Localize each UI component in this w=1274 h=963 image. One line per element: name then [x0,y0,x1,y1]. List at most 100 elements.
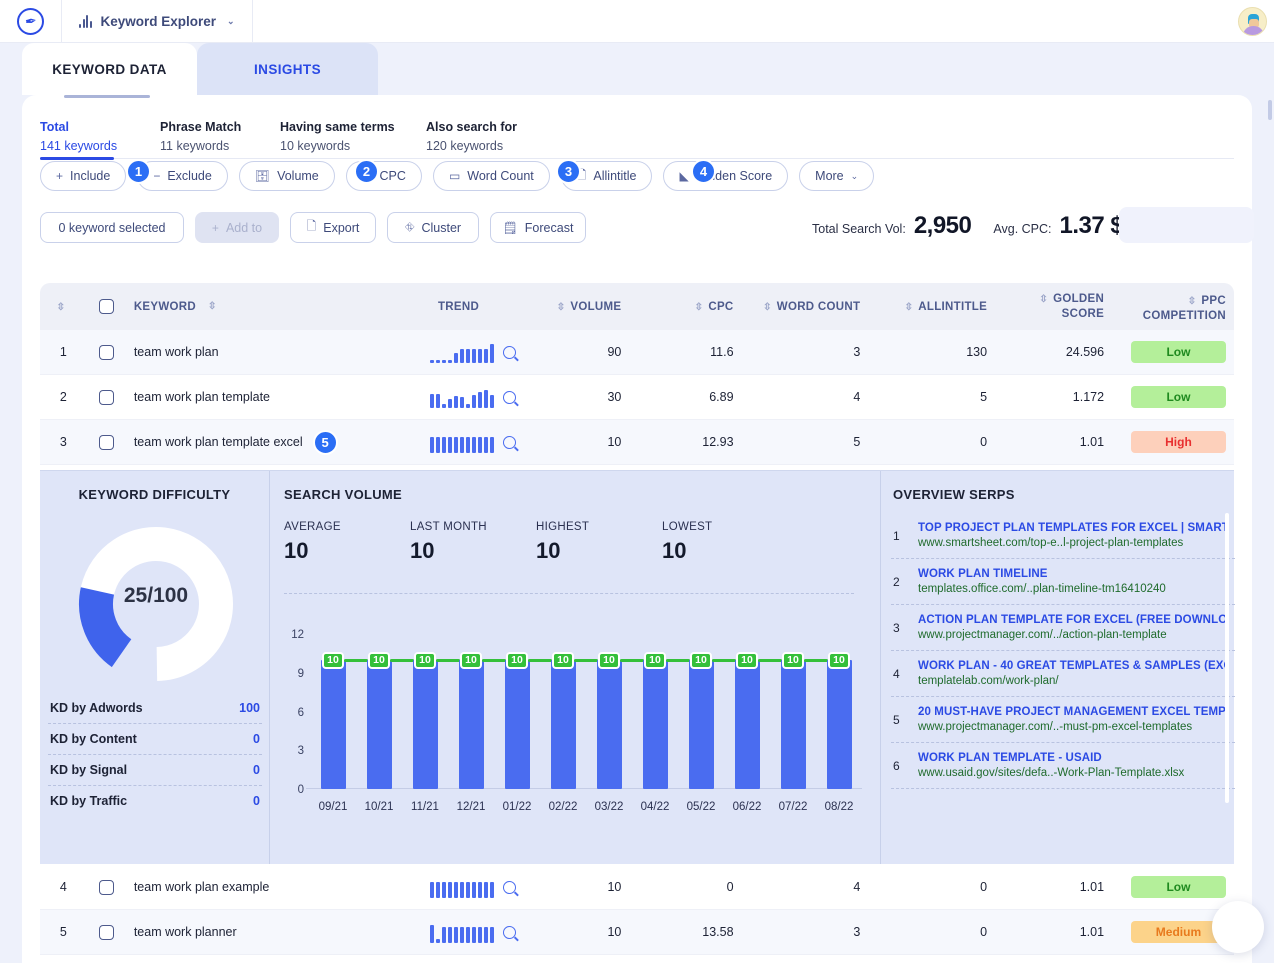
tab-insights[interactable]: INSIGHTS [197,43,378,95]
serp-url: www.smartsheet.com/top-e..l-project-plan… [918,537,1184,549]
serp-url: www.projectmanager.com/..-must-pm-excel-… [918,721,1193,733]
trend-line-segment [758,658,782,662]
export-button[interactable]: 🗋 Export [290,212,376,243]
row-keyword[interactable]: team work plan template [126,390,401,404]
header-ppc-competition[interactable]: ⇳ PPC COMPETITION [1104,291,1234,323]
row-keyword[interactable]: team work planner [126,925,401,939]
trend-line-segment [666,658,690,662]
search-icon[interactable] [503,345,517,359]
trend-sparkline [430,341,495,363]
scope-having-same-terms[interactable]: Having same terms 10 keywords [280,120,426,153]
table-row[interactable]: 5 team work planner 10 13.58 3 0 1.01 Medium [40,910,1234,955]
table-row[interactable]: 2 team work plan template 30 6.89 4 5 1.172 Low [40,375,1234,420]
serp-title-link[interactable]: ACTION PLAN TEMPLATE FOR EXCEL (FREE DOW… [918,614,1227,626]
row-trend [401,386,517,408]
scope-also-search-for[interactable]: Also search for 120 keywords [426,120,572,153]
header-allintitle[interactable]: ⇳ ALLINTITLE [860,301,987,313]
chart-bar [412,659,438,789]
serp-item[interactable]: 6 WORK PLAN TEMPLATE - USAID www.usaid.gov… [891,743,1235,789]
row-checkbox[interactable] [87,344,126,360]
scope-sub: 11 keywords [160,139,230,153]
bar-data-label: 10 [322,651,344,669]
header-index-sort[interactable]: ⇳ [40,301,87,313]
header-keyword[interactable]: KEYWORD ⇳ [126,301,401,313]
filter-exclude-button[interactable]: − Exclude [137,161,228,191]
volume-search-icon: 🗄 [254,169,271,183]
nav-keyword-explorer[interactable]: Keyword Explorer ⌄ [62,0,253,43]
row-allintitle: 0 [980,880,988,894]
chat-widget-button[interactable] [1212,901,1264,953]
serp-item[interactable]: 1 TOP PROJECT PLAN TEMPLATES FOR EXCEL | … [891,513,1235,559]
row-checkbox[interactable] [87,434,126,450]
filter-more-button[interactable]: More ⌄ [799,161,875,191]
row-golden-score: 1.01 [1079,880,1105,894]
search-icon[interactable] [503,390,517,404]
table-row[interactable]: 4 team work plan example 10 0 4 0 1.01 Low [40,865,1234,910]
kd-gauge: 25/100 [78,526,234,682]
filter-label: Allintitle [593,169,637,183]
filter-label: Include [70,169,111,183]
chart-bar [826,659,852,789]
header-select-all[interactable] [87,299,126,314]
serp-title-link[interactable]: WORK PLAN TIMELINE [918,568,1227,580]
kd-title: KEYWORD DIFFICULTY [78,487,231,502]
avatar[interactable] [1238,7,1267,36]
app-logo[interactable]: ✒ [0,0,62,43]
table-row[interactable]: 3 team work plan template excel 5 10 12.93 5 0… [40,420,1234,465]
scope-divider [40,158,1234,159]
filter-include-button[interactable]: + Include [40,161,127,191]
serp-item[interactable]: 5 20 MUST-HAVE PROJECT MANAGEMENT EXCEL T… [891,697,1235,743]
row-keyword[interactable]: team work plan template excel 5 [126,429,401,455]
total-volume-value: 2,950 [913,212,972,239]
serps-list[interactable]: 1 TOP PROJECT PLAN TEMPLATES FOR EXCEL | … [891,513,1235,853]
table-row[interactable]: 1 team work plan 90 11.6 3 130 24.596 Low [40,330,1234,375]
triangle-ruler-icon: ◣ [679,169,689,183]
serp-title-link[interactable]: WORK PLAN TEMPLATE - USAID [918,752,1227,764]
nav-label: Keyword Explorer [100,13,217,29]
row-word-count: 3 [853,345,861,359]
serp-title-link[interactable]: TOP PROJECT PLAN TEMPLATES FOR EXCEL | S… [918,522,1227,534]
search-icon[interactable] [503,925,517,939]
kd-score: 25/100 [123,584,189,607]
serp-item[interactable]: 2 WORK PLAN TIMELINE templates.office.com/… [891,559,1235,605]
row-cpc: 11.6 [710,345,734,359]
filter-volume-button[interactable]: 🗄 Volume [238,161,335,191]
header-word-count[interactable]: ⇳ WORD COUNT [734,301,861,313]
callout-badge-4: 4 [691,159,716,184]
cluster-button[interactable]: ⛗ Cluster [387,212,479,243]
row-checkbox[interactable] [87,924,126,940]
bar-data-label: 10 [414,651,436,669]
page-scrollbar[interactable] [1268,100,1272,120]
header-volume[interactable]: ⇳ VOLUME [516,301,621,313]
filter-word-count-button[interactable]: ▭ Word Count [432,161,550,191]
row-checkbox[interactable] [87,879,126,895]
totals-summary: Total Search Vol: 2,950 Avg. CPC: 1.37 $ [812,212,1124,240]
search-icon[interactable] [503,435,517,449]
tab-keyword-data[interactable]: KEYWORD DATA [22,43,197,95]
trend-line-segment [804,658,828,662]
row-volume: 10 [607,925,622,939]
sort-icon: ⇳ [763,301,772,313]
serps-scrollbar[interactable] [1225,513,1229,803]
serp-title-link[interactable]: WORK PLAN - 40 GREAT TEMPLATES & SAMPLES… [918,660,1227,672]
y-axis-tick: 9 [297,667,304,680]
serp-item[interactable]: 3 ACTION PLAN TEMPLATE FOR EXCEL (FREE DO… [891,605,1235,651]
row-word-count: 5 [853,435,861,449]
serp-item[interactable]: 4 WORK PLAN - 40 GREAT TEMPLATES & SAMPLE… [891,651,1235,697]
row-checkbox[interactable] [87,389,126,405]
top-bar: ✒ Keyword Explorer ⌄ [0,0,1274,43]
header-cpc[interactable]: ⇳ CPC [621,301,734,313]
search-icon[interactable] [503,880,517,894]
filter-golden-score-button[interactable]: ◣ Golden Score [663,161,789,191]
serp-url: templates.office.com/..plan-timeline-tm1… [918,583,1166,595]
scope-total[interactable]: Total 141 keywords [40,120,160,153]
header-golden-score[interactable]: ⇳ GOLDEN SCORE [987,292,1104,321]
row-keyword[interactable]: team work plan [126,345,401,359]
forecast-button[interactable]: 🗒 Forecast [490,212,586,243]
add-to-button[interactable]: + Add to [195,212,279,243]
row-keyword[interactable]: team work plan example [126,880,401,894]
row-volume: 10 [607,880,622,894]
bar-data-label: 10 [368,651,390,669]
serp-title-link[interactable]: 20 MUST-HAVE PROJECT MANAGEMENT EXCEL TE… [918,706,1227,718]
scope-phrase-match[interactable]: Phrase Match 11 keywords [160,120,280,153]
